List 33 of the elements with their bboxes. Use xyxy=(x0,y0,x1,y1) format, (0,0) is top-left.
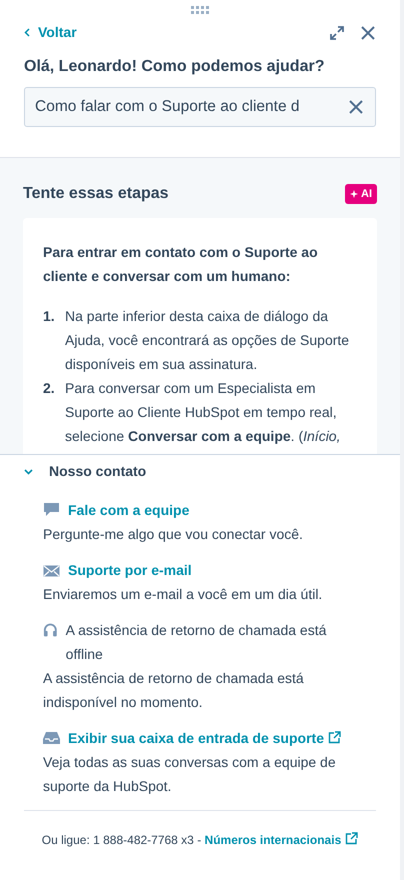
international-numbers-link[interactable]: Números internacionais xyxy=(204,833,358,847)
contact-description: Pergunte-me algo que vou conectar você. xyxy=(43,525,304,544)
external-link-icon xyxy=(345,832,358,845)
drag-handle-icon[interactable] xyxy=(191,6,209,14)
step-text: Para conversar com um Especialista em Suporte ao Cliente HubSpot em tempo real, selecione Conversar com a equipe. (Início, xyxy=(65,379,342,446)
contact-description: Veja todas as suas conversas com a equipe de suporte da HubSpot. xyxy=(43,753,337,796)
step-text: Na parte inferior desta caixa de diálogo da Ajuda, você encontrará as opções de Suporte disponíveis em sua assinatura. xyxy=(65,307,350,374)
step-number: 1. xyxy=(43,307,56,326)
headset-icon xyxy=(43,622,58,638)
greeting-heading: Olá, Leonardo! Como podemos ajudar? xyxy=(24,57,326,77)
back-link[interactable]: Voltar xyxy=(24,22,77,43)
contact-description: A assistência de retorno de chamada está indisponível no momento. xyxy=(43,669,305,712)
ai-badge: AI xyxy=(345,184,377,204)
intro-text: Para entrar em contato com o Suporte ao cliente e conversar com um humano: xyxy=(43,243,319,286)
contact-description: Enviaremos um e-mail a você em um dia útil. xyxy=(43,585,324,604)
chevron-left-icon xyxy=(24,28,30,37)
section-toggle[interactable]: Nosso contato xyxy=(24,461,146,482)
external-link-icon xyxy=(328,731,341,744)
close-icon[interactable] xyxy=(360,24,376,40)
inbox-icon xyxy=(43,731,60,745)
step-number: 2. xyxy=(43,379,56,398)
phone-text: Ou ligue: 1 888-482-7768 x3 - xyxy=(42,833,202,847)
contact-link[interactable]: Exibir sua caixa de entrada de suporte xyxy=(43,730,341,746)
expand-icon[interactable] xyxy=(330,26,344,40)
envelope-icon xyxy=(43,565,60,577)
chat-icon xyxy=(43,502,60,517)
section-title: Tente essas etapas xyxy=(23,184,169,204)
chevron-icon xyxy=(24,467,33,476)
status-text: A assistência de retorno de chamada está offline xyxy=(66,621,328,664)
search-field[interactable]: Como falar com o Suporte ao cliente d xyxy=(24,87,376,127)
contact-link[interactable]: Fale com a equipe xyxy=(43,502,190,518)
contact-link[interactable]: Suporte por e-mail xyxy=(43,562,192,578)
clear-icon[interactable] xyxy=(348,99,364,115)
